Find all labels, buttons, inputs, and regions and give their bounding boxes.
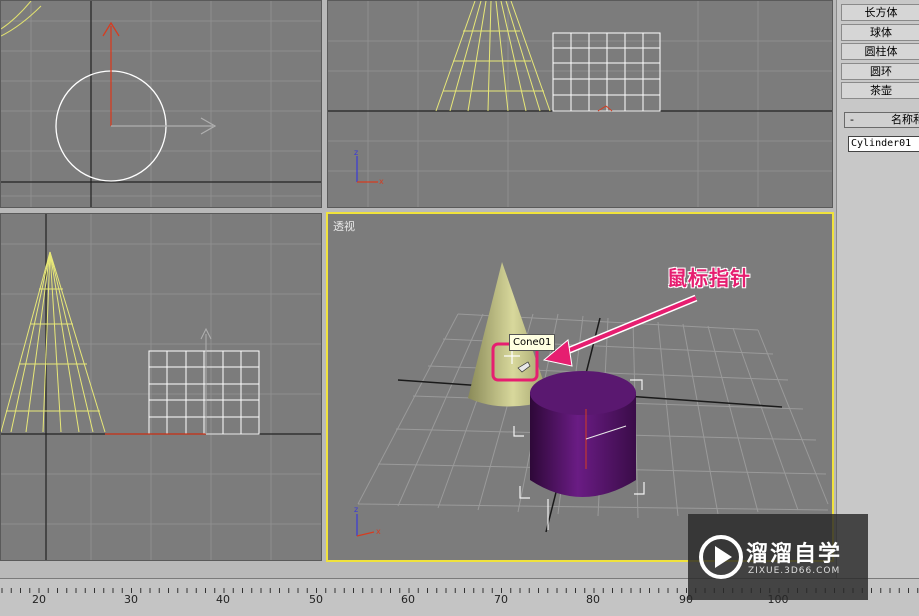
viewport-top-canvas	[1, 1, 321, 207]
cone-left-wire	[1, 251, 106, 433]
watermark-title: 溜溜自学	[746, 542, 843, 567]
watermark-play-icon	[699, 535, 743, 579]
rollout-title: 名称和	[891, 113, 919, 126]
cylinder-object	[530, 371, 636, 497]
viewport-perspective[interactable]: z x 透视	[326, 212, 834, 562]
timeline-tick-label: 20	[32, 593, 46, 606]
persp-axis-z: z	[354, 505, 358, 514]
viewport-left[interactable]	[0, 213, 322, 561]
timeline-tick-label: 80	[586, 593, 600, 606]
front-axis-x: x	[379, 177, 384, 186]
name-color-rollout[interactable]: - 名称和	[844, 112, 919, 128]
object-type-box-button[interactable]: 长方体	[841, 4, 919, 21]
viewport-perspective-label: 透视	[333, 220, 355, 233]
viewport-left-canvas	[1, 214, 321, 560]
box-left-wire	[148, 350, 260, 435]
watermark: 溜溜自学 ZIXUE.3D66.COM	[688, 514, 868, 600]
object-type-teapot-button[interactable]: 茶壶	[841, 82, 919, 99]
viewport-front-canvas: z x	[328, 1, 832, 207]
object-type-cylinder-button[interactable]: 圆柱体	[841, 43, 919, 60]
timeline-tick-label: 40	[216, 593, 230, 606]
viewport-front[interactable]: z x	[327, 0, 833, 208]
timeline-tick-label: 70	[494, 593, 508, 606]
rollout-toggle[interactable]: -	[850, 113, 854, 127]
object-tooltip: Cone01	[509, 334, 556, 351]
box-front-wire	[552, 32, 661, 112]
object-type-torus-button[interactable]: 圆环	[841, 63, 919, 80]
cone-front-wire	[435, 1, 551, 112]
viewport-perspective-canvas: z x	[354, 262, 829, 537]
object-name-field[interactable]: Cylinder01	[848, 136, 919, 152]
front-axis-z: z	[354, 148, 358, 157]
callout-text: 鼠标指针	[667, 266, 751, 290]
timeline-tick-label: 60	[401, 593, 415, 606]
timeline-tick-label: 50	[309, 593, 323, 606]
watermark-url: ZIXUE.3D66.COM	[748, 566, 841, 576]
timeline-tick-label: 30	[124, 593, 138, 606]
viewport-top[interactable]	[0, 0, 322, 208]
command-panel: 长方体 球体 圆柱体 圆环 茶壶 - 名称和 Cylinder01	[836, 0, 919, 578]
callout-arrow-icon	[542, 294, 698, 367]
object-type-sphere-button[interactable]: 球体	[841, 24, 919, 41]
persp-axis-x: x	[376, 527, 381, 536]
